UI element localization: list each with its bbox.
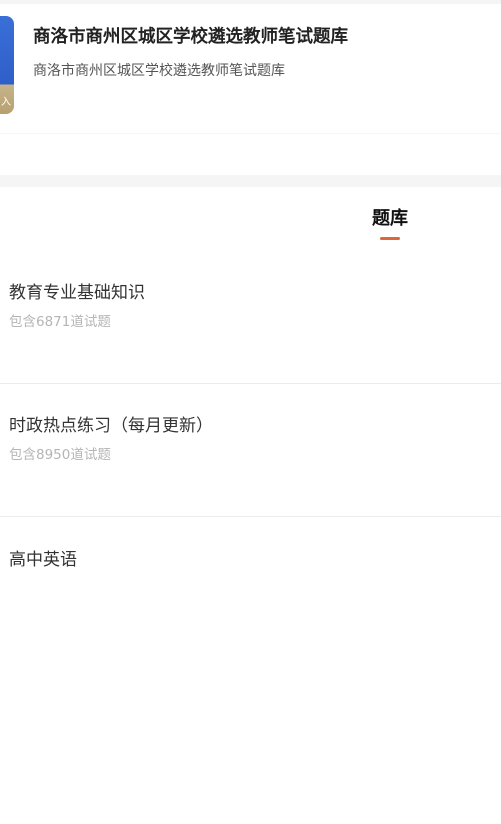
question-bank-item[interactable]: 时政热点练习（每月更新） 包含8950道试题 bbox=[0, 399, 501, 531]
page-title: 商洛市商州区城区学校遴选教师笔试题库 bbox=[33, 27, 348, 47]
question-bank-name: 时政热点练习（每月更新） bbox=[9, 416, 213, 436]
question-bank-name: 教育专业基础知识 bbox=[9, 283, 145, 303]
tab-question-bank[interactable]: 题库 bbox=[358, 206, 422, 242]
question-bank-name: 高中英语 bbox=[9, 550, 77, 570]
header-divider bbox=[0, 133, 501, 134]
question-bank-item[interactable]: 高中英语 bbox=[0, 533, 501, 665]
tab-question-bank-label: 题库 bbox=[372, 208, 408, 229]
list-divider bbox=[0, 516, 501, 517]
cover-mark: 入 bbox=[1, 97, 11, 108]
question-bank-item[interactable]: 教育专业基础知识 包含6871道试题 bbox=[0, 266, 501, 398]
active-tab-indicator bbox=[380, 237, 400, 240]
exam-header: 入 商洛市商州区城区学校遴选教师笔试题库 商洛市商州区城区学校遴选教师笔试题库 bbox=[0, 4, 501, 136]
section-separator bbox=[0, 175, 501, 187]
question-bank-count: 包含8950道试题 bbox=[9, 447, 111, 463]
question-bank-count: 包含6871道试题 bbox=[9, 314, 111, 330]
page-subtitle: 商洛市商州区城区学校遴选教师笔试题库 bbox=[33, 63, 285, 79]
book-cover-image: 入 bbox=[0, 16, 14, 114]
list-divider bbox=[0, 383, 501, 384]
